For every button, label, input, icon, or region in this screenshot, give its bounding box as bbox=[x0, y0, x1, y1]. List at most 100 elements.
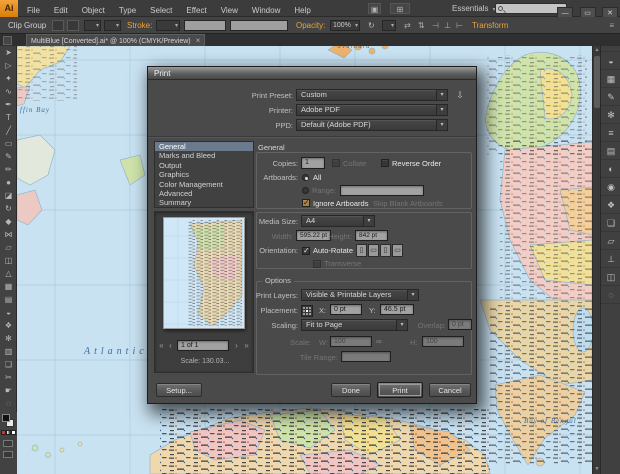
orientation-portrait-down-button[interactable]: ▯ bbox=[380, 244, 391, 257]
collate-checkbox[interactable] bbox=[332, 159, 340, 167]
slice-tool[interactable]: ✂ bbox=[0, 371, 17, 384]
color-panel-icon[interactable]: ◒ bbox=[601, 52, 620, 70]
document-tab[interactable]: MultiBlue [Converted].ai* @ 100% (CMYK/P… bbox=[26, 34, 205, 46]
artboards-panel-icon[interactable]: ▱ bbox=[601, 232, 620, 250]
previous-page-icon[interactable]: ‹ bbox=[166, 340, 175, 351]
pencil-tool[interactable]: ✏ bbox=[0, 163, 17, 176]
orientation-landscape-left-button[interactable]: ▭ bbox=[368, 244, 379, 257]
flip-horizontal-icon[interactable]: ⇄ bbox=[404, 17, 411, 34]
style-dropdown[interactable] bbox=[382, 20, 396, 31]
symbols-panel-icon[interactable]: ✻ bbox=[601, 106, 620, 124]
close-tab-icon[interactable]: × bbox=[196, 36, 201, 45]
first-page-icon[interactable]: « bbox=[157, 340, 166, 351]
layers-panel-icon[interactable]: ❏ bbox=[601, 214, 620, 232]
blend-tool[interactable]: ❖ bbox=[0, 319, 17, 332]
hand-tool[interactable]: ☛ bbox=[0, 384, 17, 397]
media-size-dropdown[interactable]: A4 bbox=[301, 215, 375, 227]
cancel-button[interactable]: Cancel bbox=[429, 383, 471, 397]
flip-vertical-icon[interactable]: ⇅ bbox=[418, 17, 425, 34]
fill-color-dropdown[interactable] bbox=[84, 20, 101, 31]
scaling-dropdown[interactable]: Fit to Page bbox=[301, 319, 408, 331]
height-field[interactable]: 842 pt bbox=[355, 230, 388, 241]
align-center-icon[interactable]: ⊥ bbox=[444, 17, 451, 34]
printer-dropdown[interactable]: Adobe PDF bbox=[296, 104, 448, 116]
blob-brush-tool[interactable]: ● bbox=[0, 176, 17, 189]
none-mode-icon[interactable] bbox=[11, 430, 16, 435]
appearance-panel-icon[interactable]: ◉ bbox=[601, 178, 620, 196]
last-page-icon[interactable]: » bbox=[242, 340, 251, 351]
opacity-link[interactable]: Opacity: bbox=[296, 17, 325, 34]
next-page-icon[interactable]: › bbox=[232, 340, 241, 351]
reverse-order-checkbox[interactable] bbox=[381, 159, 389, 167]
shape-builder-tool[interactable]: ◫ bbox=[0, 254, 17, 267]
zoom-tool[interactable]: ◌ bbox=[0, 397, 17, 410]
dialog-title[interactable]: Print bbox=[148, 67, 476, 80]
mesh-tool[interactable]: ▦ bbox=[0, 280, 17, 293]
swatches-panel-icon[interactable]: ▦ bbox=[601, 70, 620, 88]
artboard-tool[interactable]: ❏ bbox=[0, 358, 17, 371]
opacity-value-dropdown[interactable]: 100% bbox=[330, 20, 360, 31]
arrange-documents-icon[interactable]: ▣ bbox=[368, 3, 381, 14]
stroke-panel-icon[interactable]: ≡ bbox=[601, 124, 620, 142]
transform-link[interactable]: Transform bbox=[472, 17, 508, 34]
magic-wand-tool[interactable]: ✦ bbox=[0, 72, 17, 85]
brushes-panel-icon[interactable]: ✎ bbox=[601, 88, 620, 106]
gradient-panel-icon[interactable]: ▤ bbox=[601, 142, 620, 160]
width-profile-dropdown[interactable] bbox=[184, 20, 226, 31]
orientation-landscape-right-button[interactable]: ▭ bbox=[392, 244, 403, 257]
section-summary[interactable]: Summary bbox=[155, 198, 253, 207]
type-tool[interactable]: T bbox=[0, 111, 17, 124]
lasso-tool[interactable]: ∿ bbox=[0, 85, 17, 98]
transverse-checkbox[interactable] bbox=[313, 260, 321, 268]
line-segment-tool[interactable]: ╱ bbox=[0, 124, 17, 137]
symbol-sprayer-tool[interactable]: ✻ bbox=[0, 332, 17, 345]
gradient-tool[interactable]: ▤ bbox=[0, 293, 17, 306]
recolor-artwork-icon[interactable]: ↻ bbox=[368, 17, 375, 34]
placement-proxy-widget[interactable] bbox=[301, 305, 313, 317]
drawing-mode-icon[interactable] bbox=[3, 440, 13, 447]
y-field[interactable]: 46.5 pt bbox=[380, 304, 414, 315]
done-button[interactable]: Done bbox=[331, 383, 371, 397]
free-transform-tool[interactable]: ▱ bbox=[0, 241, 17, 254]
align-left-icon[interactable]: ⊣ bbox=[432, 17, 439, 34]
artboards-all-radio[interactable] bbox=[302, 174, 309, 181]
link-dimensions-icon[interactable]: ∞ bbox=[376, 336, 382, 348]
eraser-tool[interactable]: ◪ bbox=[0, 189, 17, 202]
print-button[interactable]: Print bbox=[377, 382, 423, 398]
column-graph-tool[interactable]: ▥ bbox=[0, 345, 17, 358]
vertical-scrollbar[interactable]: ▲ ▼ bbox=[592, 46, 600, 474]
x-field[interactable]: 0 pt bbox=[330, 304, 362, 315]
perspective-grid-tool[interactable]: △ bbox=[0, 267, 17, 280]
page-indicator-field[interactable]: 1 of 1 bbox=[177, 340, 229, 351]
screen-mode-icon[interactable] bbox=[3, 451, 13, 458]
ignore-artboards-checkbox[interactable] bbox=[302, 199, 310, 207]
copies-field[interactable]: 1 bbox=[301, 157, 325, 169]
range-field[interactable] bbox=[340, 185, 424, 196]
auto-rotate-checkbox[interactable] bbox=[302, 247, 310, 255]
rectangle-tool[interactable]: ▭ bbox=[0, 137, 17, 150]
stroke-link[interactable]: Stroke: bbox=[127, 17, 152, 34]
app-logo[interactable]: Ai bbox=[0, 0, 18, 17]
selection-tool[interactable]: ➤ bbox=[0, 46, 17, 59]
control-panel-menu-icon[interactable]: ≡ bbox=[609, 17, 614, 34]
navigator-panel-icon[interactable]: ◌ bbox=[601, 286, 620, 304]
paintbrush-tool[interactable]: ✎ bbox=[0, 150, 17, 163]
pen-tool[interactable]: ✒ bbox=[0, 98, 17, 111]
print-preset-dropdown[interactable]: Custom bbox=[296, 89, 448, 101]
graphic-styles-panel-icon[interactable]: ❖ bbox=[601, 196, 620, 214]
fill-swatch[interactable] bbox=[2, 414, 10, 422]
stroke-indicator-icon[interactable] bbox=[67, 20, 79, 31]
ppd-dropdown[interactable]: Default (Adobe PDF) bbox=[296, 119, 448, 131]
scale-h-field[interactable]: 100 bbox=[422, 336, 464, 347]
overlap-field[interactable]: 0 pt bbox=[448, 319, 472, 330]
fill-indicator-icon[interactable] bbox=[52, 20, 64, 31]
setup-button[interactable]: Setup... bbox=[156, 383, 202, 397]
artboards-range-radio[interactable] bbox=[302, 187, 309, 194]
width-tool[interactable]: ⋈ bbox=[0, 228, 17, 241]
align-right-icon[interactable]: ⊢ bbox=[456, 17, 463, 34]
scale-tool[interactable]: ◆ bbox=[0, 215, 17, 228]
scale-w-field[interactable]: 100 bbox=[330, 336, 372, 347]
orientation-portrait-up-button[interactable]: ▯ bbox=[356, 244, 367, 257]
pathfinder-panel-icon[interactable]: ◫ bbox=[601, 268, 620, 286]
stroke-color-dropdown[interactable] bbox=[104, 20, 121, 31]
